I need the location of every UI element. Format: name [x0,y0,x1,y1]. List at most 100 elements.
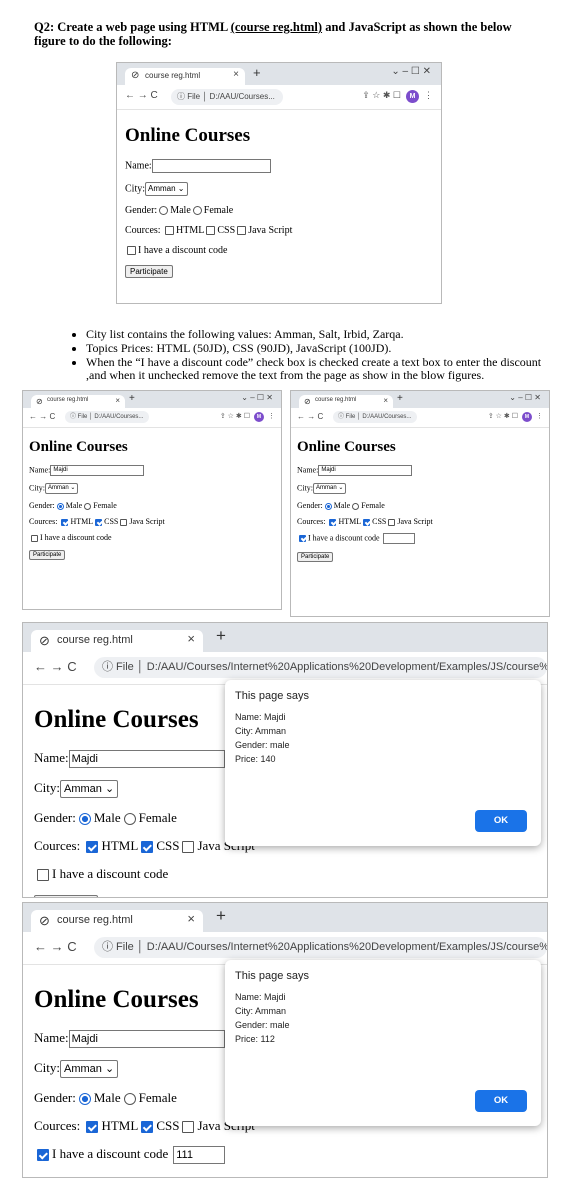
window-controls[interactable]: ⌄ – ☐ ✕ [241,393,273,402]
new-tab-icon[interactable]: + [253,65,261,80]
name-input[interactable] [151,159,271,173]
female-radio[interactable] [123,1093,136,1106]
tab-close-icon[interactable]: × [233,69,239,80]
male-radio[interactable] [78,1093,91,1106]
toolbar-icon-group[interactable]: ⇪ ☆ ✱ ☐ [362,90,401,100]
tab-close-icon[interactable]: × [187,631,195,646]
url-field[interactable]: ⓘ File │ D:/AAU/Courses... [65,411,150,423]
avatar[interactable]: M [406,90,419,103]
toolbar-icons[interactable]: ⇪ ☆ ✱ ☐ M ⋮ [362,90,433,103]
female-radio[interactable] [123,813,136,826]
js-checkbox[interactable] [388,518,396,526]
window-controls[interactable]: ⌄ – ☐ ✕ [509,393,541,402]
participate-button[interactable]: Participate [297,552,334,562]
nav-buttons[interactable]: ← → C [34,659,77,674]
toolbar-icon-group[interactable]: ⇪ ☆ ✱ ☐ [488,413,518,420]
html-checkbox[interactable] [86,841,99,854]
css-checkbox[interactable] [206,226,216,236]
city-select[interactable]: Amman ⌄ [145,182,188,196]
tab-bar: ⊘ course reg.html × + [23,903,547,932]
discount-checkbox[interactable] [299,535,306,542]
js-checkbox[interactable] [120,518,128,526]
city-select[interactable]: Amman ⌄ [313,483,347,494]
menu-icon[interactable]: ⋮ [424,90,433,100]
discount-checkbox[interactable] [37,1149,49,1162]
css-checkbox[interactable] [95,518,103,526]
html-checkbox[interactable] [165,226,175,236]
url-field[interactable]: ⓘ File │ D:/AAU/Courses/Internet%20Appli… [94,657,547,678]
avatar[interactable]: M [522,412,532,422]
participate-button[interactable]: Participate [125,265,173,278]
css-checkbox[interactable] [141,1121,154,1134]
male-radio[interactable] [159,206,169,216]
css-checkbox[interactable] [141,841,154,854]
discount-checkbox[interactable] [127,246,136,256]
participate-button[interactable]: Participate [34,1177,98,1178]
name-row: Name: Majdi [297,465,543,476]
name-input[interactable]: Majdi [68,750,225,769]
female-radio[interactable] [84,502,92,510]
menu-icon[interactable]: ⋮ [268,413,275,420]
participate-button[interactable]: Participate [34,895,98,897]
html-checkbox[interactable] [61,518,69,526]
nav-buttons[interactable]: ← → C [34,939,77,954]
html-checkbox[interactable] [86,1121,99,1134]
tab[interactable]: ⊘ course reg.html × [299,395,393,408]
discount-input[interactable]: 111 [173,1146,226,1165]
new-tab-icon[interactable]: + [129,393,135,404]
ok-button[interactable]: OK [475,1090,527,1112]
male-radio[interactable] [56,502,64,510]
html-checkbox[interactable] [329,518,337,526]
css-checkbox[interactable] [363,518,371,526]
toolbar-icon-group[interactable]: ⇪ ☆ ✱ ☐ [220,413,250,420]
discount-checkbox[interactable] [37,869,49,882]
question-title: Q2: Create a web page using HTML (course… [34,20,544,48]
female-radio[interactable] [352,502,360,510]
css-label: CSS [156,838,180,854]
dialog-line: Price: 112 [235,1034,275,1044]
name-input[interactable]: Majdi [318,465,413,476]
tab-bar: ⊘ course reg.html × + [23,623,547,652]
male-radio[interactable] [78,813,91,826]
window-controls[interactable]: ⌄ – ☐ ✕ [391,66,431,77]
toolbar-icons[interactable]: ⇪ ☆ ✱ ☐ M ⋮ [488,412,543,422]
ok-button[interactable]: OK [475,810,527,832]
male-radio[interactable] [324,502,332,510]
js-checkbox[interactable] [182,1121,195,1134]
name-row: Name: [125,159,433,173]
avatar[interactable]: M [254,412,264,422]
new-tab-icon[interactable]: + [216,906,226,926]
nav-buttons[interactable]: ← → C [297,412,323,421]
name-input[interactable]: Majdi [68,1030,225,1049]
city-select[interactable]: Amman ⌄ [60,1060,119,1079]
list-item: City list contains the following values:… [72,328,542,341]
tab[interactable]: ⊘ course reg.html × [31,910,203,932]
url-field[interactable]: ⓘ File │ D:/AAU/Courses/Internet%20Appli… [94,937,547,958]
participate-button[interactable]: Participate [29,550,66,560]
name-input[interactable]: Majdi [50,465,145,476]
city-select[interactable]: Amman ⌄ [45,483,79,494]
city-select[interactable]: Amman ⌄ [60,780,119,799]
tab[interactable]: ⊘ course reg.html × [31,395,125,408]
gender-label: Gender: [297,501,323,510]
new-tab-icon[interactable]: + [397,393,403,404]
url-field[interactable]: ⓘ File │ D:/AAU/Courses... [171,89,283,105]
menu-icon[interactable]: ⋮ [536,413,543,420]
js-label: Java Script [397,517,433,526]
new-tab-icon[interactable]: + [216,626,226,646]
female-radio[interactable] [192,206,202,216]
discount-input[interactable] [382,533,415,544]
nav-buttons[interactable]: ← → C [125,90,158,101]
nav-buttons[interactable]: ← → C [29,412,55,421]
js-checkbox[interactable] [237,226,247,236]
tab-close-icon[interactable]: × [383,396,388,405]
js-checkbox[interactable] [182,841,195,854]
page-heading: Online Courses [125,125,251,146]
tab-close-icon[interactable]: × [187,911,195,926]
tab[interactable]: ⊘ course reg.html × [125,68,245,85]
tab-close-icon[interactable]: × [115,396,120,405]
toolbar-icons[interactable]: ⇪ ☆ ✱ ☐ M ⋮ [220,412,275,422]
discount-checkbox[interactable] [31,534,38,542]
url-field[interactable]: ⓘ File │ D:/AAU/Courses... [333,411,418,423]
tab[interactable]: ⊘ course reg.html × [31,630,203,652]
